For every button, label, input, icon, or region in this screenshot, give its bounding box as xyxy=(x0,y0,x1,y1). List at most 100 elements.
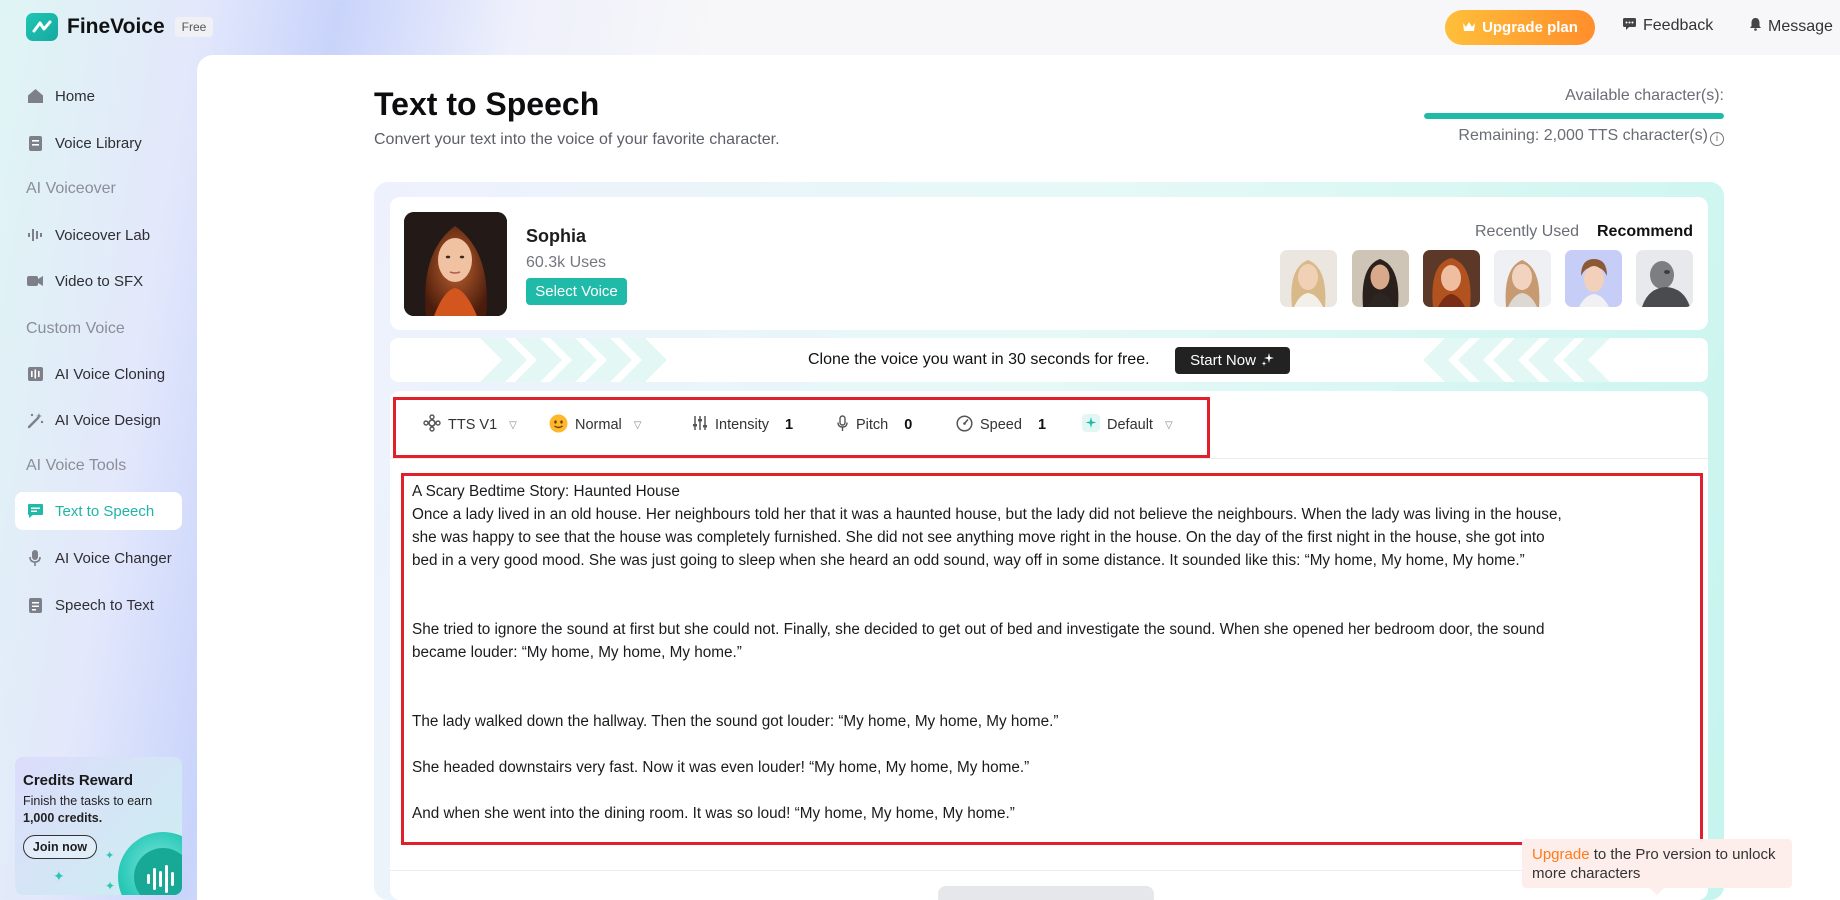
top-bar: FineVoice Free Upgrade plan Feedback Mes… xyxy=(0,0,1840,55)
recommended-voice-thumbnail[interactable] xyxy=(1423,250,1480,307)
speed-value: 1 xyxy=(1037,417,1047,433)
library-icon xyxy=(26,134,44,152)
tab-recently-used[interactable]: Recently Used xyxy=(1475,223,1579,241)
upgrade-plan-button[interactable]: Upgrade plan xyxy=(1445,10,1595,45)
upgrade-tooltip: Upgrade to the Pro version to unlock mor… xyxy=(1522,839,1792,888)
tts-text-input[interactable]: A Scary Bedtime Story: Haunted House Onc… xyxy=(401,473,1703,845)
text-line xyxy=(412,572,1692,595)
sparkle-icon: ✦ xyxy=(53,868,65,884)
feedback-link[interactable]: Feedback xyxy=(1622,17,1713,35)
remaining-characters: Remaining: 2,000 TTS character(s) i xyxy=(1374,127,1724,146)
text-line: Once a lady lived in an old house. Her n… xyxy=(412,506,1562,523)
info-icon[interactable]: i xyxy=(1710,132,1724,146)
message-label: Message xyxy=(1768,17,1833,35)
recommended-voice-thumbnail[interactable] xyxy=(1565,250,1622,307)
text-line: became louder: “My home, My home, My hom… xyxy=(412,644,742,661)
finevoice-logo-icon xyxy=(26,13,58,41)
sidebar-item-label: Video to SFX xyxy=(55,272,144,290)
speed-label: Speed xyxy=(980,417,1022,433)
text-line: A Scary Bedtime Story: Haunted House xyxy=(412,483,680,500)
app-logo[interactable]: FineVoice Free xyxy=(26,13,214,41)
sidebar-item-voiceover-lab[interactable]: Voiceover Lab xyxy=(15,216,182,254)
style-value: Default xyxy=(1107,417,1153,433)
credits-title: Credits Reward xyxy=(23,772,134,789)
editor-footer-divider xyxy=(390,870,1708,871)
emotion-select[interactable]: Normal ▽ xyxy=(549,414,641,436)
crown-icon xyxy=(1462,19,1476,36)
upgrade-link[interactable]: Upgrade xyxy=(1532,846,1590,863)
text-line: And when she went into the dining room. … xyxy=(412,805,1015,822)
sidebar-item-ai-voice-cloning[interactable]: AI Voice Cloning xyxy=(15,355,182,393)
recommended-voice-thumbnail[interactable] xyxy=(1352,250,1409,307)
intensity-control[interactable]: Intensity 1 xyxy=(692,414,793,436)
sidebar-item-label: AI Voice Cloning xyxy=(55,365,166,383)
section-custom-voice: Custom Voice xyxy=(26,320,125,337)
speedometer-icon xyxy=(956,414,973,436)
emoji-face-icon xyxy=(549,414,568,437)
sidebar-item-label: Speech to Text xyxy=(55,596,154,614)
sidebar-item-label: Home xyxy=(55,87,96,105)
generate-button[interactable] xyxy=(938,886,1154,900)
plan-badge: Free xyxy=(174,17,214,37)
document-icon xyxy=(26,596,44,614)
recommended-voice-thumbnail[interactable] xyxy=(1636,250,1693,307)
sidebar-item-voice-library[interactable]: Voice Library xyxy=(15,124,182,162)
credits-description: Finish the tasks to earn 1,000 credits. xyxy=(23,793,173,827)
sidebar-item-home[interactable]: Home xyxy=(15,77,182,115)
sidebar-item-video-to-sfx[interactable]: Video to SFX xyxy=(15,262,182,300)
tab-recommend[interactable]: Recommend xyxy=(1597,223,1693,241)
recommended-voice-thumbnail[interactable] xyxy=(1494,250,1551,307)
pitch-control[interactable]: Pitch 0 xyxy=(836,414,912,436)
clone-icon xyxy=(26,365,44,383)
microphone-icon xyxy=(836,414,849,436)
feedback-icon xyxy=(1622,17,1637,35)
emotion-value: Normal xyxy=(575,417,622,433)
audio-orb-icon xyxy=(118,832,182,895)
home-icon xyxy=(26,87,44,105)
sidebar-item-ai-voice-changer[interactable]: AI Voice Changer xyxy=(15,539,182,577)
text-line xyxy=(412,687,1692,710)
available-characters-bar xyxy=(1424,113,1724,119)
style-select[interactable]: Default ▽ xyxy=(1082,414,1173,436)
text-line xyxy=(412,664,1692,687)
sidebar-item-label: AI Voice Design xyxy=(55,411,161,429)
credits-desc-text: Finish the tasks to earn xyxy=(23,794,153,808)
sparkle-icon: ✦ xyxy=(105,850,115,862)
join-now-button[interactable]: Join now xyxy=(23,835,97,859)
sidebar-item-text-to-speech[interactable]: Text to Speech xyxy=(15,492,182,530)
available-characters-fill xyxy=(1424,113,1724,119)
sidebar-item-ai-voice-design[interactable]: AI Voice Design xyxy=(15,401,182,439)
upgrade-plan-label: Upgrade plan xyxy=(1482,19,1578,36)
pitch-value: 0 xyxy=(904,417,913,433)
tooltip-arrow xyxy=(1650,888,1664,895)
select-voice-button[interactable]: Select Voice xyxy=(526,278,627,305)
toolbar-divider xyxy=(390,458,1708,459)
sidebar-item-speech-to-text[interactable]: Speech to Text xyxy=(15,586,182,624)
speed-control[interactable]: Speed 1 xyxy=(956,414,1046,436)
recommended-voice-thumbnail[interactable] xyxy=(1280,250,1337,307)
bell-icon xyxy=(1749,17,1762,36)
available-characters-label: Available character(s): xyxy=(1565,87,1724,104)
start-now-button[interactable]: Start Now xyxy=(1175,347,1290,374)
clone-banner-text: Clone the voice you want in 30 seconds f… xyxy=(808,351,1150,368)
credits-amount: 1,000 credits. xyxy=(23,811,103,825)
model-select[interactable]: TTS V1 ▽ xyxy=(423,414,517,436)
sparkle-icon: ✦ xyxy=(105,879,116,893)
intensity-label: Intensity xyxy=(715,417,769,433)
text-line: She headed downstairs very fast. Now it … xyxy=(412,759,1030,776)
waveform-icon xyxy=(26,226,44,244)
pitch-label: Pitch xyxy=(856,417,889,433)
sidebar-item-label: Voiceover Lab xyxy=(55,226,151,244)
page-title: Text to Speech xyxy=(374,86,600,122)
model-value: TTS V1 xyxy=(448,417,498,433)
text-line: she was happy to see that the house was … xyxy=(412,529,1545,546)
section-ai-voice-tools: AI Voice Tools xyxy=(26,457,127,474)
chevron-down-icon: ▽ xyxy=(509,419,517,431)
voice-name: Sophia xyxy=(526,226,587,246)
message-link[interactable]: Message xyxy=(1749,17,1833,36)
voice-uses-count: 60.3k Uses xyxy=(526,254,607,271)
sidebar-item-label: Text to Speech xyxy=(55,502,155,520)
feedback-label: Feedback xyxy=(1643,17,1714,34)
voice-avatar[interactable] xyxy=(404,212,507,316)
intensity-value: 1 xyxy=(785,417,794,433)
